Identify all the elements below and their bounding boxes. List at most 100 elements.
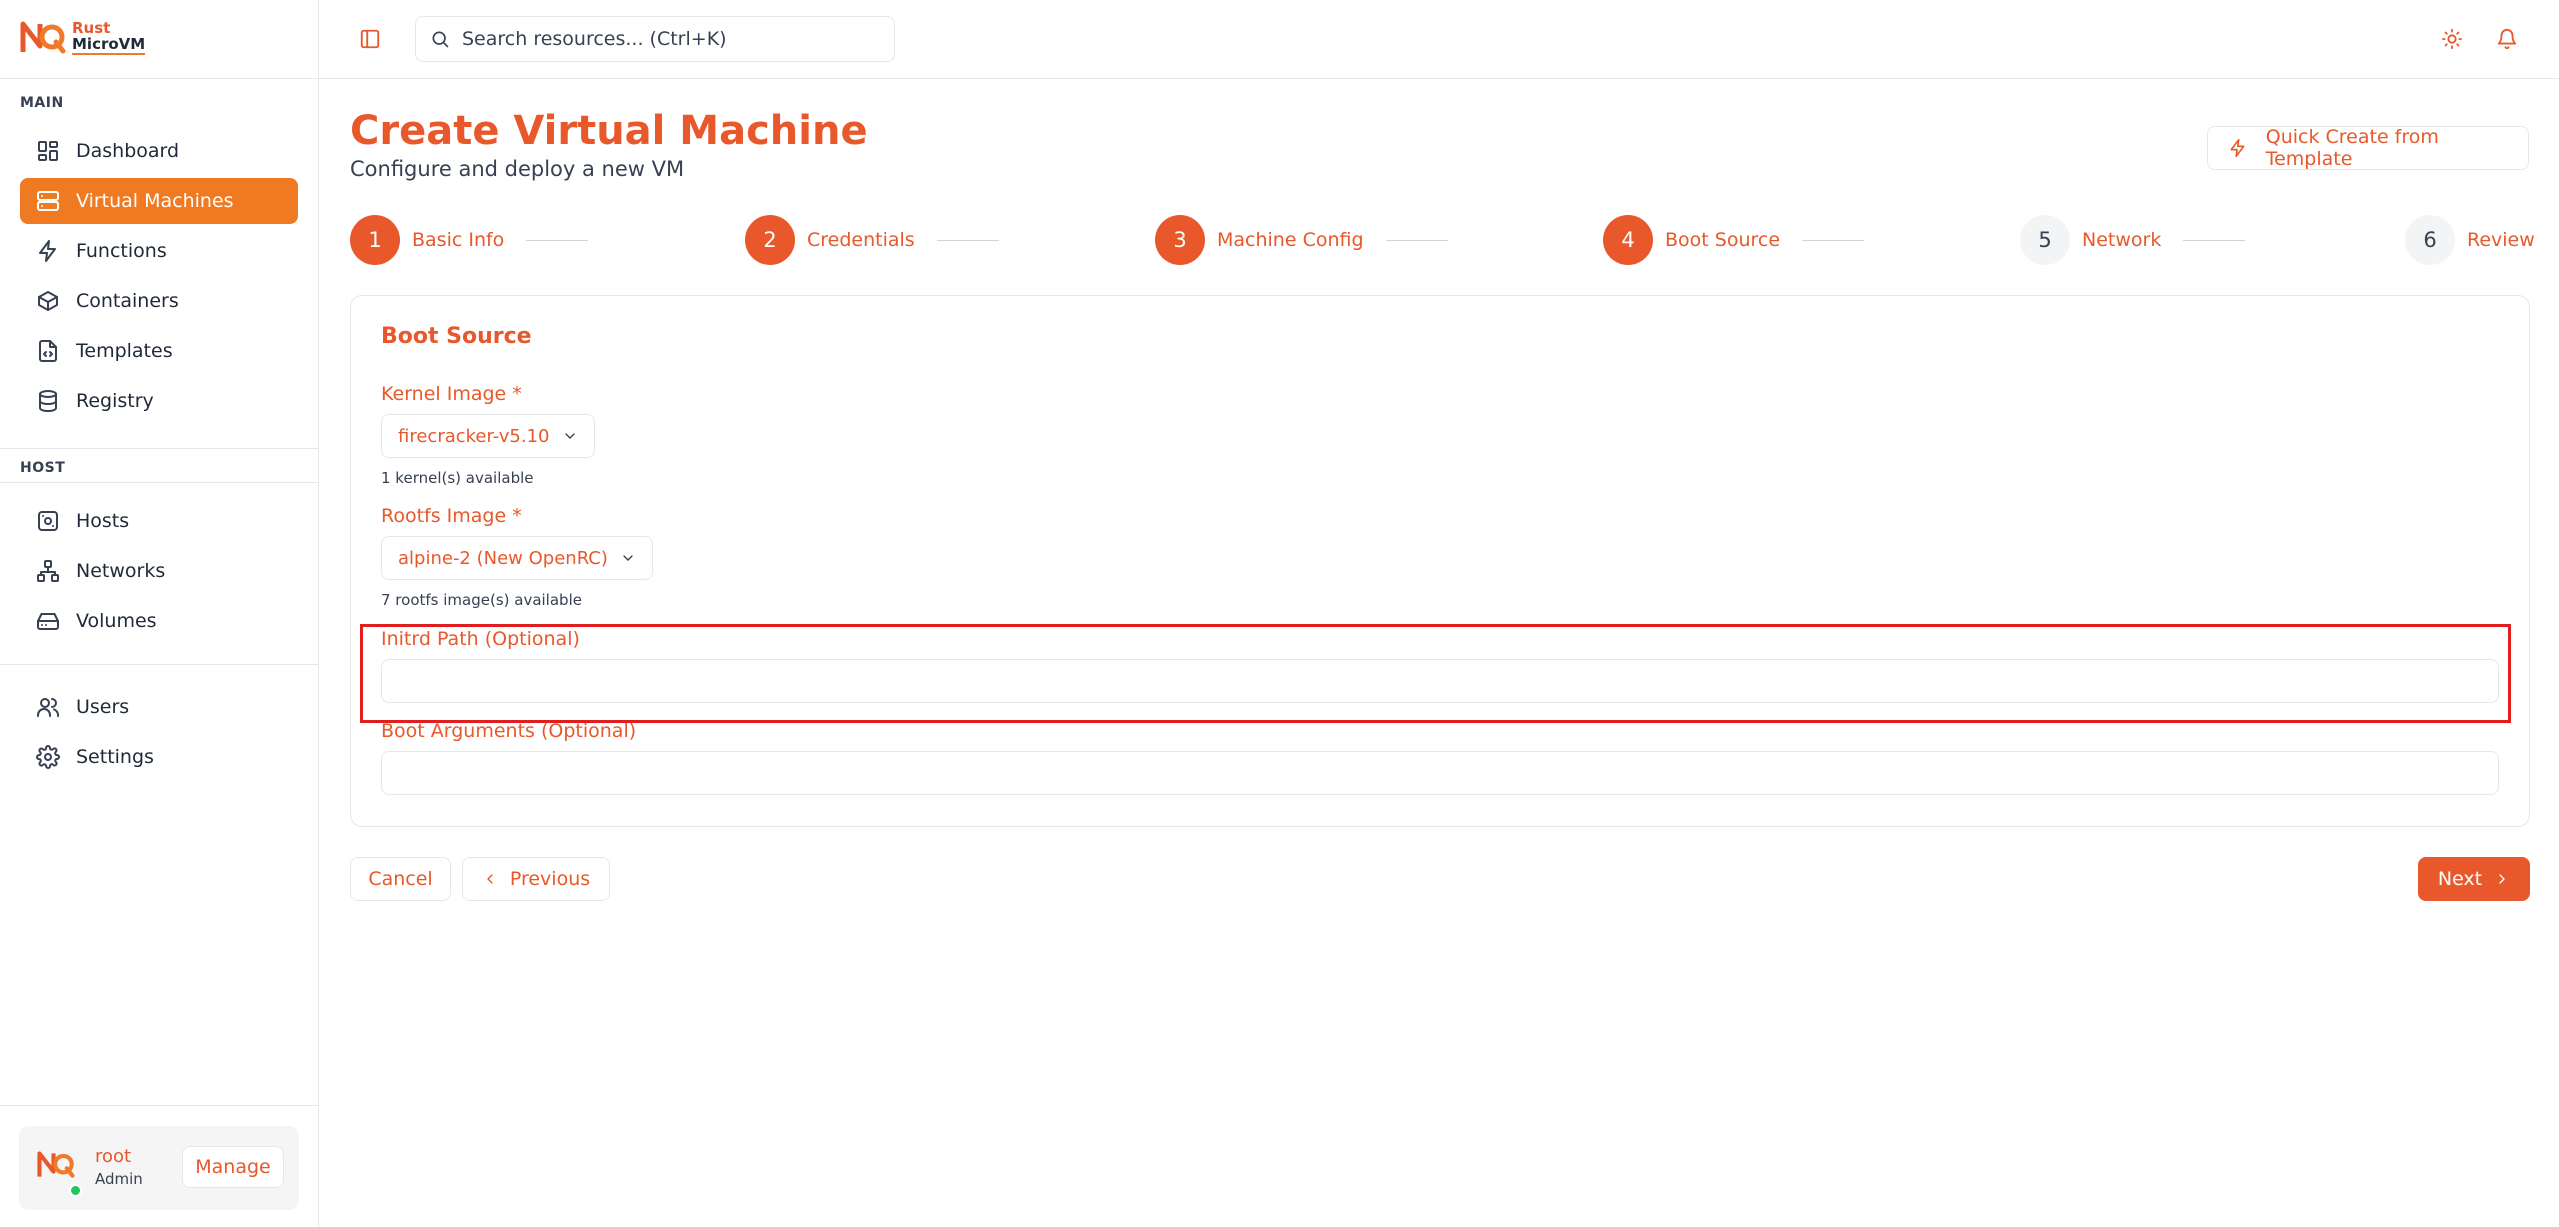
user-name: root xyxy=(95,1146,132,1167)
users-icon xyxy=(36,695,60,719)
divider xyxy=(0,482,319,483)
bell-icon xyxy=(2497,29,2517,50)
page-title: Create Virtual Machine xyxy=(350,108,868,154)
sidebar-item-dashboard[interactable]: Dashboard xyxy=(20,128,298,174)
notifications-button[interactable] xyxy=(2496,28,2520,52)
divider xyxy=(0,448,319,449)
highlight-box xyxy=(360,624,2511,723)
theme-toggle-button[interactable] xyxy=(2441,28,2465,52)
rootfs-image-label: Rootfs Image * xyxy=(381,505,522,527)
sidebar-item-label: Dashboard xyxy=(76,140,180,162)
divider xyxy=(0,1105,319,1106)
sidebar-item-label: Hosts xyxy=(76,510,130,532)
cancel-button[interactable]: Cancel xyxy=(350,857,451,901)
sidebar-item-label: Volumes xyxy=(76,610,157,632)
divider xyxy=(0,78,319,79)
previous-button[interactable]: Previous xyxy=(462,857,610,901)
brand-logo[interactable]: Rust MicroVM xyxy=(20,18,146,58)
sidebar-item-label: Settings xyxy=(76,746,154,768)
step-number: 2 xyxy=(745,215,795,265)
sidebar-item-label: Networks xyxy=(76,560,166,582)
step-boot-source[interactable]: 4 Boot Source xyxy=(1603,215,1865,265)
step-connector xyxy=(2183,239,2246,241)
chevron-left-icon xyxy=(487,874,493,884)
step-label: Network xyxy=(2082,229,2162,251)
kernel-hint: 1 kernel(s) available xyxy=(381,469,534,487)
chevron-right-icon xyxy=(2499,874,2505,884)
step-machine-config[interactable]: 3 Machine Config xyxy=(1155,215,1448,265)
gear-icon xyxy=(36,745,60,769)
boot-arguments-label: Boot Arguments (Optional) xyxy=(381,720,637,742)
boot-arguments-input[interactable] xyxy=(381,751,2499,795)
lightning-icon xyxy=(36,239,60,263)
step-label: Machine Config xyxy=(1217,229,1364,251)
sidebar-item-functions[interactable]: Functions xyxy=(20,228,298,274)
kernel-image-select[interactable]: firecracker-v5.10 xyxy=(381,414,595,458)
sidebar-item-label: Functions xyxy=(76,240,167,262)
step-number: 3 xyxy=(1155,215,1205,265)
step-review[interactable]: 6 Review xyxy=(2405,215,2535,265)
sidebar-item-templates[interactable]: Templates xyxy=(20,328,298,374)
sidebar-item-hosts[interactable]: Hosts xyxy=(20,498,298,544)
step-connector xyxy=(936,239,999,241)
topbar: Search resources... (Ctrl+K) xyxy=(319,0,2559,79)
required-marker: * xyxy=(512,505,522,527)
sidebar-toggle-button[interactable] xyxy=(359,28,383,52)
user-card: root Admin Manage xyxy=(19,1126,299,1210)
dashboard-icon xyxy=(36,139,60,163)
lightning-icon xyxy=(2230,138,2245,158)
logo-mark-icon xyxy=(20,21,66,54)
previous-label: Previous xyxy=(509,868,591,890)
sun-icon xyxy=(2441,28,2463,50)
search-placeholder: Search resources... (Ctrl+K) xyxy=(462,28,727,50)
sidebar-item-label: Containers xyxy=(76,290,179,312)
box-icon xyxy=(36,289,60,313)
sidebar-item-label: Templates xyxy=(76,340,173,362)
sidebar-item-users[interactable]: Users xyxy=(20,684,298,730)
step-label: Review xyxy=(2467,229,2535,251)
sidebar: Rust MicroVM MAIN Dashboard Virtual Mach… xyxy=(0,0,319,1227)
step-network[interactable]: 5 Network xyxy=(2020,215,2246,265)
rootfs-image-label-text: Rootfs Image xyxy=(381,505,507,527)
step-number: 1 xyxy=(350,215,400,265)
user-role: Admin xyxy=(95,1170,143,1188)
kernel-image-value: firecracker-v5.10 xyxy=(398,425,550,447)
manage-button[interactable]: Manage xyxy=(182,1146,284,1188)
chevron-down-icon xyxy=(564,433,575,439)
server-icon xyxy=(36,189,60,213)
step-number: 6 xyxy=(2405,215,2455,265)
sidebar-item-networks[interactable]: Networks xyxy=(20,548,298,594)
rootfs-hint: 7 rootfs image(s) available xyxy=(381,591,582,609)
rootfs-image-value: alpine-2 (New OpenRC) xyxy=(398,547,608,569)
step-credentials[interactable]: 2 Credentials xyxy=(745,215,999,265)
step-basic-info[interactable]: 1 Basic Info xyxy=(350,215,589,265)
page-subtitle: Configure and deploy a new VM xyxy=(350,157,685,181)
network-icon xyxy=(36,559,60,583)
sidebar-item-containers[interactable]: Containers xyxy=(20,278,298,324)
sidebar-item-virtual-machines[interactable]: Virtual Machines xyxy=(20,178,298,224)
next-label: Next xyxy=(2437,868,2483,890)
sidebar-item-settings[interactable]: Settings xyxy=(20,734,298,780)
sidebar-item-volumes[interactable]: Volumes xyxy=(20,598,298,644)
quick-create-button[interactable]: Quick Create from Template xyxy=(2207,126,2529,170)
rootfs-image-select[interactable]: alpine-2 (New OpenRC) xyxy=(381,536,653,580)
chevron-down-icon xyxy=(623,555,633,561)
sidebar-item-registry[interactable]: Registry xyxy=(20,378,298,424)
divider xyxy=(0,664,319,665)
database-icon xyxy=(36,389,60,413)
section-label-main: MAIN xyxy=(20,95,64,111)
quick-create-label: Quick Create from Template xyxy=(2265,126,2439,170)
sidebar-item-label: Registry xyxy=(76,390,154,412)
avatar xyxy=(37,1151,75,1178)
next-button[interactable]: Next xyxy=(2418,857,2530,901)
sidebar-item-label: Users xyxy=(76,696,130,718)
search-icon xyxy=(432,31,449,48)
brand-line2: MicroVM xyxy=(72,35,146,55)
step-number: 5 xyxy=(2020,215,2070,265)
host-icon xyxy=(36,509,60,533)
online-status-dot xyxy=(69,1184,82,1197)
search-input[interactable]: Search resources... (Ctrl+K) xyxy=(415,16,895,62)
section-label-host: HOST xyxy=(20,460,66,476)
kernel-image-label-text: Kernel Image xyxy=(381,383,507,405)
step-number: 4 xyxy=(1603,215,1653,265)
